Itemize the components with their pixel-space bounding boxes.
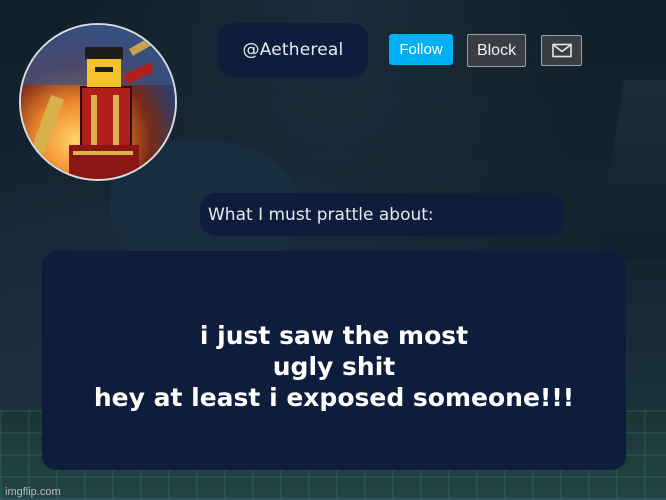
post-line: ugly shit — [272, 352, 396, 381]
post-body: i just saw the most ugly shit hey at lea… — [42, 251, 626, 470]
post-line: i just saw the most — [199, 321, 469, 350]
follow-button[interactable]: Follow — [389, 34, 453, 65]
post-line: hey at least i exposed someone!!! — [93, 383, 575, 412]
post-text: i just saw the most ugly shit hey at lea… — [94, 308, 574, 413]
watermark: imgflip.com — [5, 486, 61, 498]
envelope-icon — [551, 43, 572, 58]
block-button[interactable]: Block — [467, 34, 526, 67]
avatar-icon — [21, 25, 175, 179]
avatar[interactable] — [19, 23, 177, 181]
username-label: @Aethereal — [218, 23, 368, 77]
message-button[interactable] — [541, 35, 582, 66]
prompt-label: What I must prattle about: — [200, 193, 564, 236]
background-pillar — [596, 80, 666, 260]
